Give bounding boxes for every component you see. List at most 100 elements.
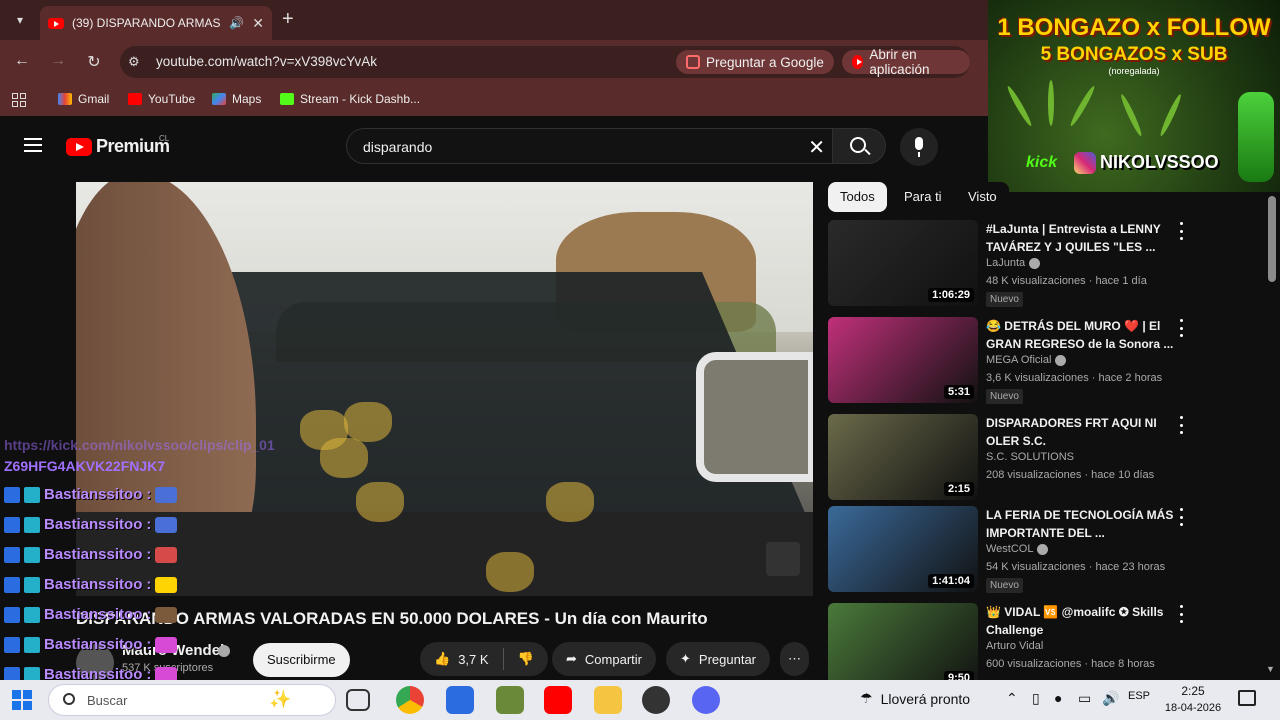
windows-start-icon[interactable] (12, 690, 32, 710)
chat-message: Bastianssitoo: (4, 486, 178, 503)
clock-time: 2:25 (1181, 684, 1205, 698)
chrome-icon[interactable] (396, 686, 424, 714)
bookmark-youtube[interactable]: YouTube (128, 92, 195, 106)
site-info-icon[interactable]: ⚙ (128, 54, 140, 70)
clear-search-icon[interactable]: ✕ (808, 135, 825, 160)
cat-emote-overlay (320, 438, 368, 478)
task-view-icon[interactable] (346, 689, 370, 711)
channel-label: Arturo Vidal (986, 640, 1044, 652)
chat-separator: : (146, 606, 152, 623)
dislike-icon[interactable]: 👎 (518, 651, 534, 667)
back-arrow-icon[interactable]: ← (12, 52, 32, 70)
ask-label: Preguntar (698, 651, 756, 667)
taskbar-clock[interactable]: 2:25 18-04-2026 (1160, 682, 1226, 716)
obs-icon[interactable] (642, 686, 670, 714)
recommended-title[interactable]: LA FERIA DE TECNOLOGÍA MÁS IMPORTANTE DE… (986, 506, 1176, 542)
more-options-icon[interactable] (1178, 508, 1184, 526)
microphone-tray-icon[interactable]: ● (1054, 690, 1062, 706)
more-options-icon[interactable] (1178, 319, 1184, 337)
like-icon[interactable]: 👍 (434, 651, 450, 667)
forward-arrow-icon[interactable]: → (48, 52, 68, 70)
menu-icon[interactable] (24, 138, 42, 152)
video-thumbnail[interactable]: 5:31 (828, 317, 978, 403)
recommended-channel[interactable]: MEGA Oficial (986, 354, 1067, 366)
recommended-channel[interactable]: S.C. SOLUTIONS (986, 451, 1074, 463)
reload-icon[interactable]: ↻ (84, 52, 104, 72)
more-options-icon[interactable] (1178, 416, 1184, 434)
volume-icon[interactable]: 🔊 (1102, 690, 1119, 707)
bookmark-kick[interactable]: Stream - Kick Dashb... (280, 92, 420, 106)
language-indicator[interactable]: ESP (1128, 690, 1150, 702)
microphone-icon[interactable] (900, 128, 938, 166)
apps-grid-icon[interactable] (12, 93, 26, 107)
sidebar-scrollbar[interactable] (1268, 196, 1276, 282)
address-bar[interactable]: ⚙ youtube.com/watch?v=xV398vcYvAk Pregun… (120, 46, 970, 78)
like-count[interactable]: 3,7 K (458, 652, 488, 667)
chat-username: Bastianssitoo (44, 636, 143, 653)
taskbar-search[interactable]: Buscar ✨ (48, 684, 336, 716)
channel-watermark[interactable] (766, 542, 800, 576)
speaker-icon[interactable]: 🔊 (229, 16, 244, 30)
tray-overflow-icon[interactable]: ⌃ (1006, 690, 1018, 707)
notifications-icon[interactable] (1238, 690, 1256, 706)
recommended-video[interactable]: 5:31 😂 DETRÁS DEL MURO ❤️ | El GRAN REGRE… (828, 317, 1268, 405)
phone-link-icon[interactable]: ▯ (1032, 690, 1040, 707)
ask-button[interactable]: ✦ Preguntar (666, 642, 770, 676)
video-duration: 1:41:04 (928, 574, 974, 588)
recommended-title[interactable]: 👑 VIDAL 🆚 @moalifc ✪ Skills Challenge (986, 603, 1176, 639)
discord-icon[interactable] (692, 686, 720, 714)
youtube-logo[interactable]: Premium (66, 136, 170, 157)
recommended-video[interactable]: 1:06:29 #LaJunta | Entrevista a LENNY TAV… (828, 220, 1268, 308)
video-duration: 5:31 (943, 385, 974, 399)
chip-todos[interactable]: Todos (828, 182, 887, 212)
share-button[interactable]: ➦ Compartir (552, 642, 656, 676)
new-tab-button[interactable]: + (282, 8, 294, 31)
bookmark-gmail[interactable]: Gmail (58, 92, 109, 106)
browser-tab[interactable]: (39) DISPARANDO ARMAS V 🔊 ✕ (40, 6, 272, 40)
recommended-channel[interactable]: LaJunta (986, 257, 1041, 269)
more-options-icon[interactable] (1178, 222, 1184, 240)
recommended-video[interactable]: 2:15 DISPARADORES FRT AQUI NI OLER S.C. S.… (828, 414, 1268, 502)
bookmark-label: Maps (232, 92, 262, 106)
chat-emote-icon (155, 546, 178, 563)
search-icon[interactable] (832, 128, 886, 164)
more-options-icon[interactable] (1178, 605, 1184, 623)
ask-google-button[interactable]: Preguntar a Google (676, 50, 834, 74)
video-thumbnail[interactable]: 9:50 (828, 603, 978, 689)
chat-badge-icon (4, 606, 20, 623)
recommended-video[interactable]: 9:50 👑 VIDAL 🆚 @moalifc ✪ Skills Challeng… (828, 603, 1268, 691)
more-actions-button[interactable]: ⋯ (780, 642, 809, 676)
chip-visto[interactable]: Visto (956, 182, 1009, 212)
scroll-down-arrow-icon[interactable]: ▼ (1266, 664, 1275, 674)
sparkle-icon: ✦ (680, 651, 691, 666)
chat-message: Bastianssitoo: (4, 576, 178, 593)
close-tab-icon[interactable]: ✕ (252, 15, 264, 32)
recommended-channel[interactable]: WestCOL (986, 543, 1049, 555)
store-icon[interactable] (446, 686, 474, 714)
chat-message: Bastianssitoo: (4, 636, 178, 653)
open-in-app-button[interactable]: Abrir en aplicación (842, 47, 970, 77)
video-frame-mirror (696, 352, 813, 482)
weather-widget[interactable]: ☂ Lloverá pronto (860, 690, 970, 707)
search-value[interactable]: disparando (363, 139, 432, 155)
network-icon[interactable]: ▭ (1078, 690, 1091, 707)
chat-separator: : (146, 516, 152, 533)
video-thumbnail[interactable]: 1:41:04 (828, 506, 978, 592)
video-thumbnail[interactable]: 2:15 (828, 414, 978, 500)
url-text[interactable]: youtube.com/watch?v=xV398vcYvAk (156, 54, 377, 69)
recommended-title[interactable]: #LaJunta | Entrevista a LENNY TAVÁREZ Y … (986, 220, 1176, 256)
bookmark-maps[interactable]: Maps (212, 92, 261, 106)
tab-search-icon[interactable]: ▾ (10, 10, 30, 30)
youtube-app-icon[interactable] (544, 686, 572, 714)
minecraft-icon[interactable] (496, 686, 524, 714)
video-thumbnail[interactable]: 1:06:29 (828, 220, 978, 306)
file-explorer-icon[interactable] (594, 686, 622, 714)
bookmark-label: YouTube (148, 92, 196, 106)
recommended-title[interactable]: DISPARADORES FRT AQUI NI OLER S.C. (986, 414, 1176, 450)
chat-emote-icon (155, 486, 178, 503)
recommended-title[interactable]: 😂 DETRÁS DEL MURO ❤️ | El GRAN REGRESO d… (986, 317, 1176, 353)
recommended-channel[interactable]: Arturo Vidal (986, 640, 1043, 652)
recommended-video[interactable]: 1:41:04 LA FERIA DE TECNOLOGÍA MÁS IMPORT… (828, 506, 1268, 594)
chip-para-ti[interactable]: Para ti (892, 182, 954, 212)
search-input[interactable]: disparando ✕ (346, 128, 836, 164)
